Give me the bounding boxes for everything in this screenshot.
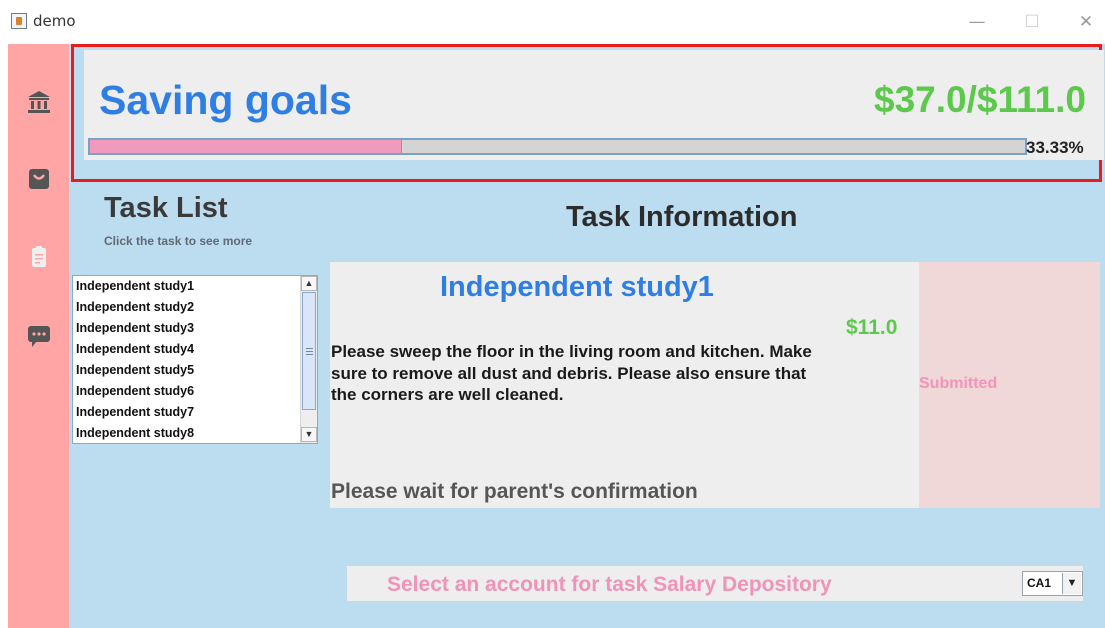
window-title: demo [33, 12, 76, 30]
list-item[interactable]: Independent study3 [73, 318, 300, 339]
java-app-icon [11, 13, 27, 29]
close-button[interactable]: ✕ [1071, 10, 1101, 34]
list-item[interactable]: Independent study4 [73, 339, 300, 360]
task-name: Independent study1 [440, 271, 714, 303]
task-reward: $11.0 [846, 316, 898, 339]
task-list-scrollbar[interactable]: ▲ ▼ [300, 276, 317, 443]
main-content: Saving goals $37.0/$111.0 33.33% Task Li… [69, 44, 1105, 628]
saving-progress-bar [88, 138, 1027, 155]
task-list-title: Task List [104, 192, 228, 224]
list-item[interactable]: Independent study8 [73, 423, 300, 443]
shopping-bag-icon[interactable] [26, 166, 52, 192]
minimize-button[interactable]: — [962, 10, 992, 34]
sidebar [8, 44, 69, 628]
chevron-down-icon[interactable]: ▼ [1062, 573, 1081, 594]
list-item[interactable]: Independent study6 [73, 381, 300, 402]
task-detail-panel: Independent study1 $11.0 Please sweep th… [330, 262, 919, 508]
task-list[interactable]: Independent study1 Independent study2 In… [72, 275, 318, 444]
task-status-panel: Submitted [919, 262, 1100, 508]
task-status-label: Submitted [919, 375, 998, 392]
task-list-items: Independent study1 Independent study2 In… [73, 276, 300, 443]
account-select-value: CA1 [1027, 576, 1052, 590]
scroll-thumb[interactable] [302, 292, 316, 410]
list-item[interactable]: Independent study7 [73, 402, 300, 423]
deposit-account-bar: Select an account for task Salary Deposi… [347, 566, 1083, 601]
saving-goals-title: Saving goals [99, 77, 352, 123]
task-description: Please sweep the floor in the living roo… [331, 342, 812, 404]
saving-goals-amount: $37.0/$111.0 [874, 79, 1086, 120]
maximize-button[interactable]: ☐ [1017, 10, 1047, 34]
saving-progress-percent: 33.33% [1026, 138, 1084, 157]
saving-progress-fill [90, 140, 402, 153]
task-information-title: Task Information [566, 201, 798, 233]
list-item[interactable]: Independent study5 [73, 360, 300, 381]
account-select[interactable]: CA1 ▼ [1022, 571, 1083, 596]
deposit-label: Select an account for task Salary Deposi… [387, 573, 832, 596]
scroll-down-icon[interactable]: ▼ [301, 427, 317, 442]
clipboard-icon[interactable] [26, 244, 52, 270]
list-item[interactable]: Independent study2 [73, 297, 300, 318]
task-wait-message: Please wait for parent's confirmation [331, 480, 698, 503]
task-list-hint: Click the task to see more [104, 234, 253, 248]
window-titlebar: demo — ☐ ✕ [0, 0, 1105, 44]
list-item[interactable]: Independent study1 [73, 276, 300, 297]
saving-goals-panel: Saving goals $37.0/$111.0 33.33% [71, 44, 1104, 182]
bank-icon[interactable] [26, 89, 52, 115]
scroll-up-icon[interactable]: ▲ [301, 276, 317, 291]
chat-icon[interactable] [26, 322, 52, 348]
